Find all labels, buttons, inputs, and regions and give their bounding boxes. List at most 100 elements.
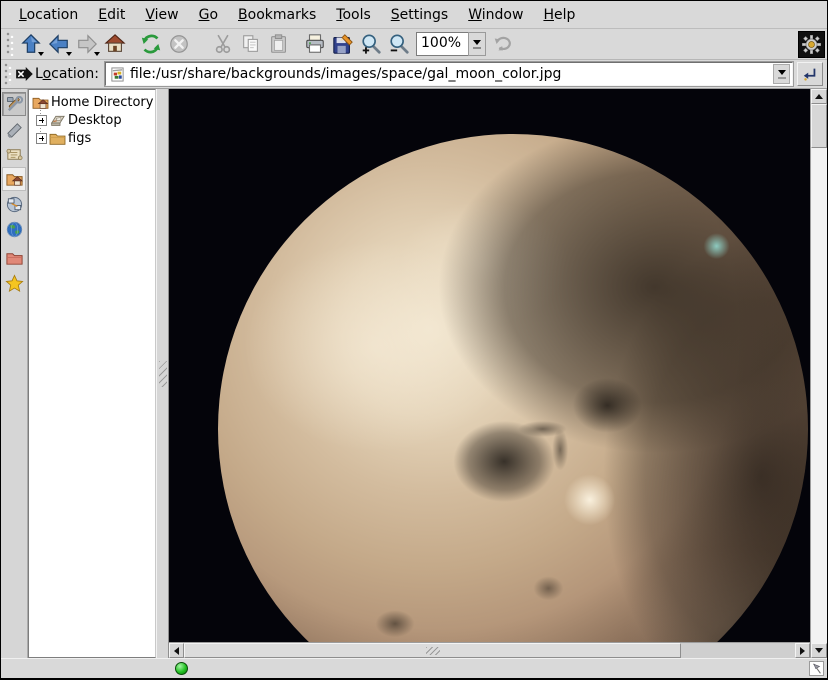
vertical-scroll-track[interactable]: [811, 148, 827, 643]
url-input[interactable]: [130, 64, 768, 84]
horizontal-scroll-thumb[interactable]: [184, 643, 681, 658]
panel-splitter[interactable]: [156, 89, 169, 658]
home-button[interactable]: [101, 30, 129, 58]
up-button[interactable]: [17, 30, 45, 58]
up-dropdown-arrow[interactable]: [38, 52, 44, 56]
url-dropdown[interactable]: [773, 64, 790, 84]
forward-button[interactable]: [73, 30, 101, 58]
menu-help[interactable]: Help: [533, 3, 585, 27]
sidebar-home-button[interactable]: [2, 167, 26, 191]
print-button[interactable]: [301, 30, 329, 58]
main-toolbar: 100%: [1, 29, 827, 60]
scroll-left-button[interactable]: [169, 643, 184, 658]
zoom-in-button[interactable]: [357, 30, 385, 58]
sidebar-configure-button[interactable]: [2, 92, 26, 116]
arrow-down-icon: [815, 648, 823, 653]
vertical-scrollbar[interactable]: [810, 89, 827, 658]
menu-location[interactable]: Location: [9, 3, 88, 27]
image-file-icon: [110, 67, 125, 82]
main-content: Home Directory Desktop figs: [1, 89, 827, 658]
sidebar-button-strip: [1, 89, 28, 658]
tree-item-desktop[interactable]: Desktop: [32, 111, 155, 129]
horizontal-scrollbar[interactable]: [169, 642, 810, 658]
bookmark-ribbon-icon: [5, 120, 24, 139]
status-led-indicator: [175, 662, 188, 675]
chevron-down-icon: [473, 40, 481, 45]
desktop-icon: [49, 113, 66, 128]
expand-plus-icon[interactable]: [36, 115, 47, 126]
save-as-button[interactable]: [329, 30, 357, 58]
clear-location-icon[interactable]: [15, 67, 33, 81]
root-folder-icon: [5, 249, 24, 268]
tree-item-home-directory[interactable]: Home Directory: [32, 93, 155, 111]
sidebar-bookmark-button[interactable]: [2, 117, 26, 141]
url-combo[interactable]: [105, 62, 793, 86]
scroll-up-button[interactable]: [811, 89, 827, 104]
view-indicator-button[interactable]: [809, 661, 824, 676]
copy-button[interactable]: [237, 30, 265, 58]
home-icon: [104, 33, 126, 55]
zoom-level-value[interactable]: 100%: [416, 32, 468, 56]
konqueror-window: Location Edit View Go Bookmarks Tools Se…: [0, 0, 828, 680]
arrow-left-icon: [174, 647, 179, 655]
arrow-up-icon: [815, 94, 823, 99]
image-view-column: [169, 89, 810, 658]
reload-button[interactable]: [137, 30, 165, 58]
image-viewport: [169, 89, 810, 642]
konqueror-gear-icon: [801, 34, 822, 55]
sidebar-root-folder-button[interactable]: [2, 246, 26, 270]
zoom-level-dropdown[interactable]: [468, 32, 486, 56]
menu-bookmarks[interactable]: Bookmarks: [228, 3, 326, 27]
web-globe-icon: [5, 220, 24, 239]
menu-edit[interactable]: Edit: [88, 3, 135, 27]
cut-button[interactable]: [209, 30, 237, 58]
zoom-out-button[interactable]: [385, 30, 413, 58]
konqueror-throbber[interactable]: [798, 31, 825, 58]
rotate-icon: [492, 33, 514, 55]
sidebar-history-button[interactable]: [2, 142, 26, 166]
horizontal-scroll-track[interactable]: [681, 643, 795, 658]
stop-button[interactable]: [165, 30, 193, 58]
history-scroll-icon: [5, 145, 24, 164]
back-dropdown-arrow[interactable]: [66, 52, 72, 56]
go-button[interactable]: [797, 62, 823, 86]
menu-settings[interactable]: Settings: [381, 3, 458, 27]
scroll-down-button[interactable]: [811, 643, 827, 658]
forward-dropdown-arrow[interactable]: [94, 52, 100, 56]
copy-icon: [240, 33, 262, 55]
arrow-right-icon: [800, 647, 805, 655]
location-label: Location:: [35, 66, 99, 82]
location-toolbar: Location:: [1, 60, 827, 89]
status-bar: [1, 658, 827, 678]
go-enter-icon: [802, 66, 818, 82]
menu-bar: Location Edit View Go Bookmarks Tools Se…: [1, 1, 827, 29]
toolbar-grip[interactable]: [6, 32, 14, 56]
zoom-level-combo[interactable]: 100%: [416, 32, 486, 56]
sidebar-web-button[interactable]: [2, 217, 26, 241]
paste-button[interactable]: [265, 30, 293, 58]
tree-item-figs[interactable]: figs: [32, 129, 155, 147]
rotate-button[interactable]: [489, 30, 517, 58]
menu-window[interactable]: Window: [458, 3, 533, 27]
home-folder-icon: [5, 170, 24, 189]
chevron-down-icon: [778, 70, 786, 75]
folder-tree-panel: Home Directory Desktop figs: [28, 89, 156, 658]
scroll-right-button[interactable]: [795, 643, 810, 658]
expand-plus-icon[interactable]: [36, 133, 47, 144]
vertical-scroll-thumb[interactable]: [811, 104, 827, 148]
sidebar-bookmarks-star-button[interactable]: [2, 271, 26, 295]
sidebar-network-button[interactable]: [2, 192, 26, 216]
network-icon: [5, 195, 24, 214]
splitter-grip-icon: [159, 361, 167, 387]
paste-icon: [268, 33, 290, 55]
menu-view[interactable]: View: [135, 3, 188, 27]
menu-go[interactable]: Go: [189, 3, 228, 27]
menu-tools[interactable]: Tools: [326, 3, 381, 27]
back-button[interactable]: [45, 30, 73, 58]
print-icon: [304, 33, 326, 55]
configure-icon: [5, 95, 24, 114]
location-toolbar-grip[interactable]: [4, 63, 12, 85]
save-as-icon: [332, 33, 354, 55]
stop-icon: [168, 33, 190, 55]
star-icon: [5, 274, 24, 293]
